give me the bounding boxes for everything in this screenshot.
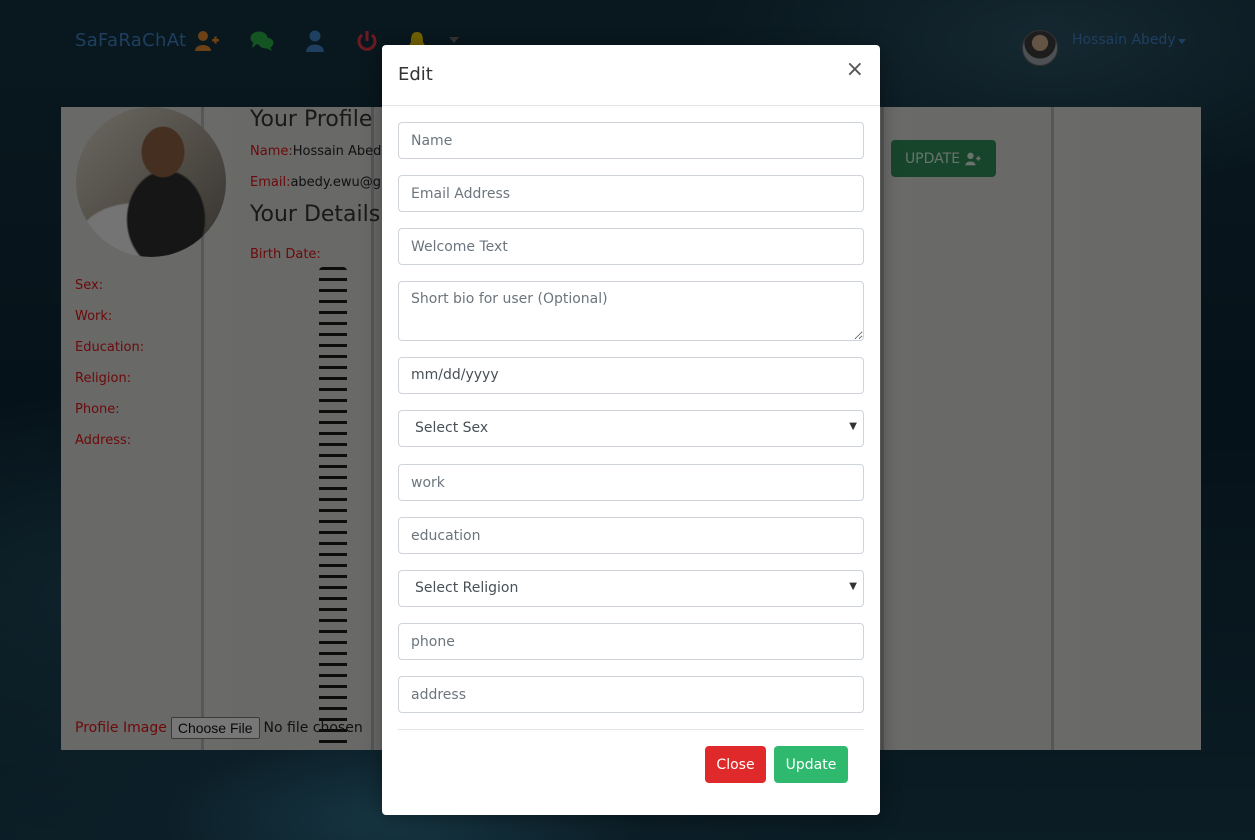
- select-caret-icon: ▼: [849, 421, 857, 432]
- modal-title: Edit: [398, 64, 433, 85]
- sex-select-value: Select Sex: [415, 420, 489, 436]
- education-field[interactable]: [398, 517, 864, 554]
- address-field[interactable]: [398, 676, 864, 713]
- edit-modal: Edit × mm/dd/yyyy Select Sex ▼ Select Re…: [382, 45, 880, 815]
- welcome-text-field[interactable]: [398, 228, 864, 265]
- date-value: mm/dd/yyyy: [411, 367, 499, 383]
- modal-footer-divider: [398, 729, 864, 730]
- religion-select-value: Select Religion: [415, 580, 519, 596]
- name-field[interactable]: [398, 122, 864, 159]
- religion-select[interactable]: Select Religion ▼: [398, 570, 864, 607]
- email-field[interactable]: [398, 175, 864, 212]
- close-icon[interactable]: ×: [846, 59, 864, 81]
- modal-header: Edit ×: [382, 45, 880, 106]
- close-button[interactable]: Close: [705, 746, 766, 783]
- bio-field[interactable]: [398, 281, 864, 341]
- work-field[interactable]: [398, 464, 864, 501]
- birth-date-field[interactable]: mm/dd/yyyy: [398, 357, 864, 394]
- update-button[interactable]: Update: [774, 746, 848, 783]
- select-caret-icon: ▼: [849, 581, 857, 592]
- sex-select[interactable]: Select Sex ▼: [398, 410, 864, 447]
- phone-field[interactable]: [398, 623, 864, 660]
